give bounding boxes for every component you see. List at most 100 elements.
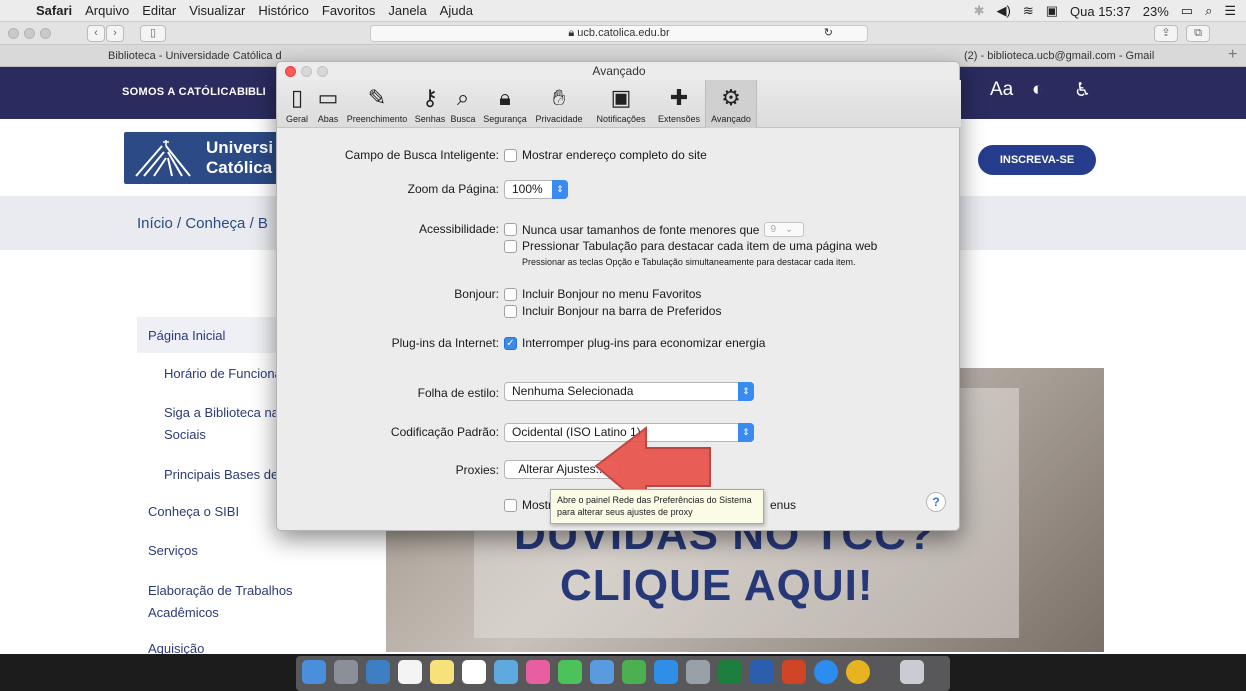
chrome-icon[interactable] bbox=[846, 660, 870, 684]
sidebar-item-conheca-sibi[interactable]: Conheça o SIBI bbox=[148, 504, 239, 519]
window-zoom-button[interactable] bbox=[40, 28, 51, 39]
sidebar-item-horario[interactable]: Horário de Funciona bbox=[164, 366, 282, 381]
menu-visualizar[interactable]: Visualizar bbox=[189, 3, 245, 18]
excel-icon[interactable] bbox=[718, 660, 742, 684]
select-arrows-icon: ⇕ bbox=[738, 423, 754, 442]
back-icon[interactable]: ‹ bbox=[87, 25, 105, 42]
bonjour-favorites-checkbox[interactable]: Incluir Bonjour no menu Favoritos bbox=[504, 287, 701, 301]
app-store-icon[interactable] bbox=[654, 660, 678, 684]
browser-toolbar: ‹ › ▯ 🔒︎ ucb.catolica.edu.br ↻ ⇪ ⧉ bbox=[0, 22, 1246, 45]
tab-seguranca[interactable]: 🔒︎ Segurança bbox=[481, 80, 529, 128]
menu-favoritos[interactable]: Favoritos bbox=[322, 3, 375, 18]
show-develop-menu-checkbox[interactable]: Mostr bbox=[504, 498, 552, 512]
stylesheet-select[interactable]: Nenhuma Selecionada ⇕ bbox=[504, 382, 754, 401]
new-tab-icon[interactable]: + bbox=[1228, 46, 1237, 64]
bluetooth-icon[interactable]: ✱ bbox=[974, 3, 985, 19]
sidebar-icon[interactable]: ▯ bbox=[140, 25, 166, 42]
powerpoint-icon[interactable] bbox=[782, 660, 806, 684]
trash-icon[interactable] bbox=[900, 660, 924, 684]
help-button[interactable]: ? bbox=[926, 492, 946, 512]
battery-percent[interactable]: 23% bbox=[1143, 4, 1169, 19]
maps-icon[interactable] bbox=[590, 660, 614, 684]
search-icon: ⌕ bbox=[456, 85, 470, 110]
min-font-checkbox[interactable]: Nunca usar tamanhos de fonte menores que… bbox=[504, 222, 805, 237]
stylesheet-value: Nenhuma Selecionada bbox=[512, 384, 634, 398]
checkbox-box bbox=[504, 223, 517, 236]
contrast-icon[interactable]: ◐ bbox=[1032, 79, 1043, 101]
tab-privacidade[interactable]: ✋︎ Privacidade bbox=[530, 80, 588, 128]
nav-biblioteca[interactable]: BIBLI bbox=[237, 86, 266, 98]
font-size-icon[interactable]: Aa bbox=[990, 79, 1013, 101]
tab-gmail[interactable]: (2) - biblioteca.ucb@gmail.com - Gmail bbox=[964, 50, 1154, 62]
breadcrumb[interactable]: Início / Conheça / B bbox=[137, 215, 268, 232]
sidebar-item-pagina-inicial[interactable]: Página Inicial bbox=[148, 328, 225, 343]
forward-icon[interactable]: › bbox=[106, 25, 124, 42]
checkbox-box bbox=[504, 304, 517, 318]
word-icon[interactable] bbox=[750, 660, 774, 684]
min-font-select[interactable]: 9 ⌄ bbox=[764, 222, 805, 237]
finder-icon[interactable] bbox=[302, 660, 326, 684]
lock-icon: 🔒︎ bbox=[499, 85, 511, 110]
messages-icon[interactable] bbox=[558, 660, 582, 684]
volume-icon[interactable]: ◀) bbox=[996, 3, 1010, 19]
window-close-button[interactable] bbox=[8, 28, 19, 39]
notifications-icon: ▣ bbox=[610, 85, 632, 110]
notes-icon[interactable] bbox=[430, 660, 454, 684]
nav-somos-a-catolica[interactable]: SOMOS A CATÓLICA bbox=[122, 86, 237, 98]
hand-icon: ✋︎ bbox=[552, 85, 566, 110]
tab-senhas[interactable]: ⚷ Senhas bbox=[413, 80, 447, 128]
inscreva-se-button[interactable]: INSCREVA-SE bbox=[978, 145, 1096, 175]
tab-preenchimento[interactable]: ✎ Preenchimento bbox=[343, 80, 411, 128]
tab-avancado[interactable]: ⚙ Avançado bbox=[705, 80, 757, 128]
address-bar[interactable]: 🔒︎ ucb.catolica.edu.br ↻ bbox=[370, 25, 868, 42]
tab-abas[interactable]: ▭ Abas bbox=[313, 80, 343, 128]
tab-highlight-checkbox[interactable]: Pressionar Tabulação para destacar cada … bbox=[504, 239, 877, 253]
notification-center-icon[interactable]: ☰ bbox=[1224, 3, 1236, 19]
photos-icon[interactable] bbox=[526, 660, 550, 684]
sidebar-item-elaboracao-line2[interactable]: Acadêmicos bbox=[148, 605, 219, 620]
accessibility-icon[interactable]: ♿︎ bbox=[1074, 79, 1091, 102]
sidebar-item-bases[interactable]: Principais Bases de bbox=[164, 467, 278, 482]
sidebar-item-siga[interactable]: Siga a Biblioteca na bbox=[164, 405, 279, 420]
show-full-address-checkbox[interactable]: Mostrar endereço completo do site bbox=[504, 148, 707, 162]
bonjour-bar-text: Incluir Bonjour na barra de Preferidos bbox=[522, 304, 722, 318]
tab-busca[interactable]: ⌕ Busca bbox=[447, 80, 479, 128]
bonjour-bar-checkbox[interactable]: Incluir Bonjour na barra de Preferidos bbox=[504, 304, 721, 318]
share-icon[interactable]: ⇪ bbox=[1154, 25, 1178, 42]
clock[interactable]: Qua 15:37 bbox=[1070, 4, 1131, 19]
battery-icon[interactable]: ▭ bbox=[1181, 3, 1193, 19]
menu-bar: Safari Arquivo Editar Visualizar Históri… bbox=[0, 0, 1246, 22]
calendar-icon[interactable] bbox=[398, 660, 422, 684]
prefs-toolbar: ▯ Geral ▭ Abas ✎ Preenchimento ⚷ Senhas ⌕ Bus… bbox=[277, 80, 961, 128]
sidebar-item-elaboracao[interactable]: Elaboração de Trabalhos bbox=[148, 583, 293, 598]
numbers-icon[interactable] bbox=[622, 660, 646, 684]
reload-icon[interactable]: ↻ bbox=[824, 26, 833, 41]
menu-janela[interactable]: Janela bbox=[388, 3, 426, 18]
tab-geral[interactable]: ▯ Geral bbox=[283, 80, 311, 128]
menu-app-safari[interactable]: Safari bbox=[36, 3, 72, 18]
preview-icon[interactable] bbox=[366, 660, 390, 684]
safari-icon[interactable] bbox=[814, 660, 838, 684]
menu-arquivo[interactable]: Arquivo bbox=[85, 3, 129, 18]
tab-biblioteca[interactable]: Biblioteca - Universidade Católica d bbox=[108, 50, 282, 62]
spotlight-icon[interactable]: ⌕ bbox=[1205, 3, 1212, 19]
zoom-select[interactable]: 100% ⇕ bbox=[504, 180, 568, 199]
menu-editar[interactable]: Editar bbox=[142, 3, 176, 18]
system-preferences-icon[interactable] bbox=[686, 660, 710, 684]
display-icon[interactable]: ▣ bbox=[1046, 3, 1058, 19]
sidebar-item-servicos[interactable]: Serviços bbox=[148, 543, 198, 558]
menu-ajuda[interactable]: Ajuda bbox=[440, 3, 473, 18]
reminders-icon[interactable] bbox=[462, 660, 486, 684]
university-logo[interactable]: Universi Católica bbox=[124, 132, 284, 184]
stop-plugins-checkbox[interactable]: ✓ Interromper plug-ins para economizar en… bbox=[504, 336, 765, 350]
launchpad-icon[interactable] bbox=[334, 660, 358, 684]
tab-notificacoes[interactable]: ▣ Notificações bbox=[589, 80, 653, 128]
sidebar-item-siga-line2[interactable]: Sociais bbox=[164, 427, 206, 442]
menu-historico[interactable]: Histórico bbox=[258, 3, 309, 18]
tabs-overview-icon[interactable]: ⧉ bbox=[1186, 25, 1210, 42]
window-minimize-button[interactable] bbox=[24, 28, 35, 39]
wifi-icon[interactable]: ≋ bbox=[1023, 3, 1034, 19]
logo-mark-icon bbox=[135, 140, 191, 177]
photos-viewer-icon[interactable] bbox=[494, 660, 518, 684]
tab-extensoes[interactable]: ✚ Extensões bbox=[653, 80, 705, 128]
